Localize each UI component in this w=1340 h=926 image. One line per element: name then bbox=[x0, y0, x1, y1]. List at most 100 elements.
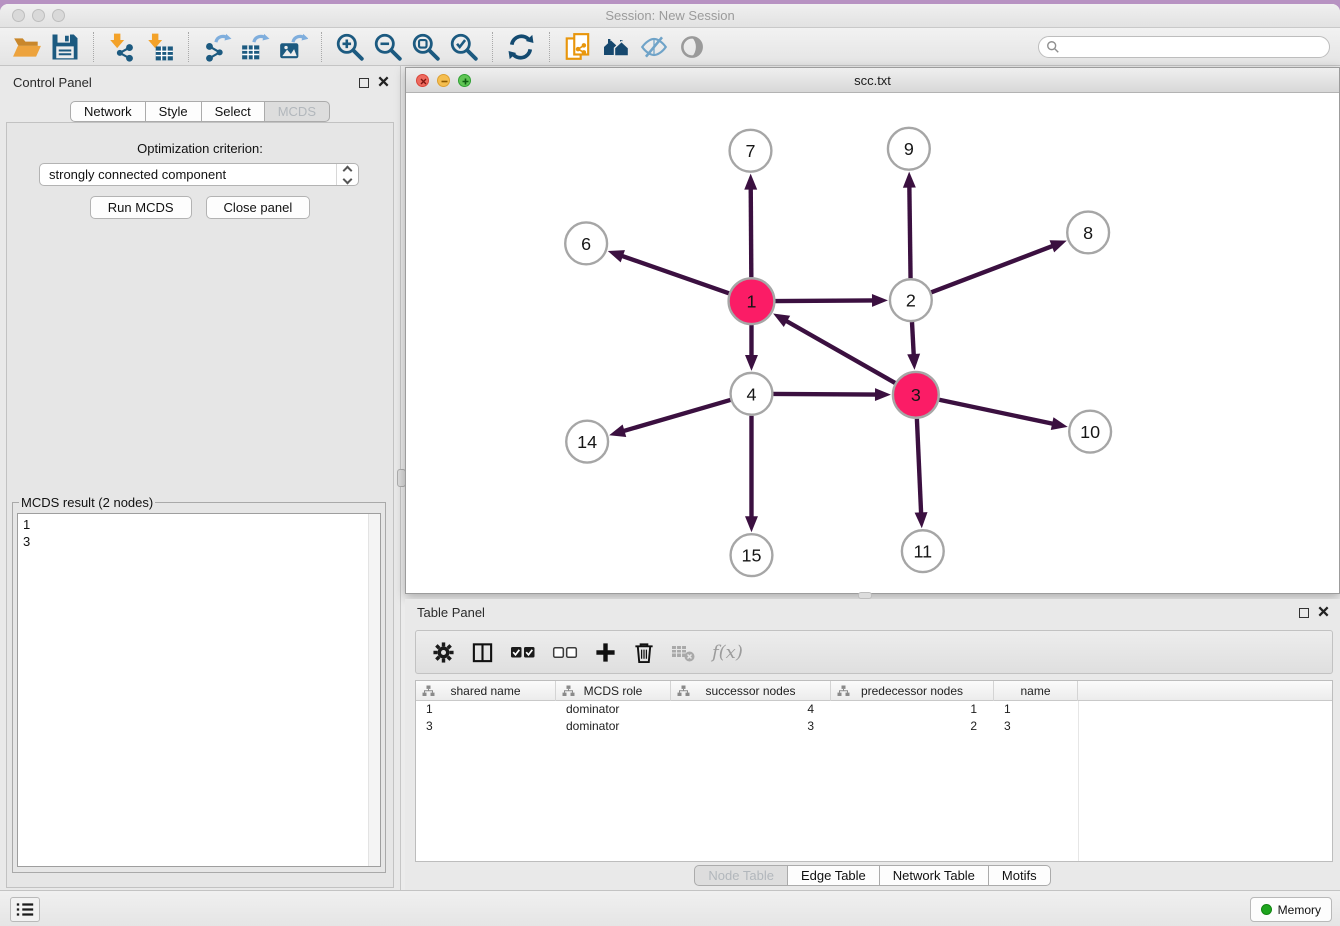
column-header-MCDS-role[interactable]: MCDS role bbox=[556, 681, 671, 701]
first-neighbors-button[interactable] bbox=[597, 30, 635, 64]
zoom-in-button[interactable] bbox=[331, 30, 369, 64]
optimization-criterion-select[interactable]: strongly connected component bbox=[39, 163, 359, 186]
zoom-selected-button[interactable] bbox=[445, 30, 483, 64]
import-table-icon bbox=[145, 32, 175, 62]
zoom-out-button[interactable] bbox=[369, 30, 407, 64]
delete-column-button[interactable] bbox=[633, 641, 655, 664]
graph-edge-2-9[interactable] bbox=[909, 186, 910, 279]
table-cell[interactable]: 2 bbox=[831, 718, 994, 735]
import-table-button[interactable] bbox=[141, 30, 179, 64]
show-all-button[interactable] bbox=[673, 30, 711, 64]
graph-node-8[interactable]: 8 bbox=[1067, 212, 1109, 254]
tab-style[interactable]: Style bbox=[145, 101, 202, 122]
close-panel-button[interactable]: Close panel bbox=[206, 196, 311, 219]
table-cell[interactable]: 1 bbox=[831, 701, 994, 718]
table-settings-button[interactable] bbox=[432, 641, 455, 664]
table-cell[interactable]: 1 bbox=[994, 701, 1078, 718]
graph-edge-3-11[interactable] bbox=[917, 419, 921, 515]
show-columns-button[interactable] bbox=[471, 641, 494, 664]
network-window-titlebar[interactable]: scc.txt bbox=[406, 68, 1339, 93]
table-row[interactable]: 1dominator411 bbox=[416, 701, 1332, 718]
graph-node-9[interactable]: 9 bbox=[888, 128, 930, 170]
import-network-button[interactable] bbox=[103, 30, 141, 64]
graph-node-2[interactable]: 2 bbox=[890, 279, 932, 321]
tab-network[interactable]: Network bbox=[70, 101, 146, 122]
graph-node-10[interactable]: 10 bbox=[1069, 411, 1111, 453]
float-table-panel-icon[interactable] bbox=[1299, 608, 1309, 618]
select-all-columns-button[interactable] bbox=[510, 643, 536, 661]
export-image-button[interactable] bbox=[274, 30, 312, 64]
float-panel-icon[interactable] bbox=[359, 78, 369, 88]
graph-edge-4-3[interactable] bbox=[773, 394, 877, 395]
network-graph[interactable]: 1 2 3 4 6 7 8 9 10 11 14 15 bbox=[406, 94, 1339, 593]
table-cell[interactable]: 3 bbox=[994, 718, 1078, 735]
graph-node-15[interactable]: 15 bbox=[731, 534, 773, 576]
tab-mcds[interactable]: MCDS bbox=[264, 101, 330, 122]
table-cell[interactable]: 4 bbox=[671, 701, 831, 718]
hide-selected-button[interactable] bbox=[635, 30, 673, 64]
result-scrollbar[interactable] bbox=[368, 514, 380, 866]
column-type-icon bbox=[562, 685, 575, 697]
graph-edge-1-6[interactable] bbox=[621, 256, 729, 294]
column-header-label: shared name bbox=[450, 684, 520, 698]
table-cell[interactable]: dominator bbox=[556, 718, 671, 735]
delete-table-icon bbox=[671, 642, 696, 663]
main-toolbar bbox=[0, 28, 1340, 66]
memory-button[interactable]: Memory bbox=[1250, 897, 1332, 922]
network-canvas[interactable]: 1 2 3 4 6 7 8 9 10 11 14 15 bbox=[406, 94, 1339, 593]
export-table-button[interactable] bbox=[236, 30, 274, 64]
mcds-result-title: MCDS result (2 nodes) bbox=[19, 495, 155, 510]
column-header-successor-nodes[interactable]: successor nodes bbox=[671, 681, 831, 701]
duplicate-network-button[interactable] bbox=[559, 30, 597, 64]
horizontal-splitter-grip[interactable] bbox=[858, 592, 872, 599]
table-cell[interactable]: 3 bbox=[416, 718, 556, 735]
graph-edge-2-3[interactable] bbox=[912, 322, 914, 356]
export-network-button[interactable] bbox=[198, 30, 236, 64]
graph-node-1[interactable]: 1 bbox=[729, 278, 775, 324]
close-panel-icon[interactable] bbox=[377, 75, 390, 88]
table-column-boundary bbox=[1078, 701, 1079, 861]
search-input[interactable] bbox=[1060, 38, 1329, 56]
graph-edge-3-1[interactable] bbox=[785, 320, 895, 383]
graph-edge-4-14[interactable] bbox=[623, 400, 731, 431]
graph-node-3[interactable]: 3 bbox=[893, 372, 939, 418]
column-header-predecessor-nodes[interactable]: predecessor nodes bbox=[831, 681, 994, 701]
node-table[interactable]: shared name MCDS rolesuccessor nodesprede… bbox=[415, 680, 1333, 862]
graph-node-14[interactable]: 14 bbox=[566, 421, 608, 463]
tab-node-table[interactable]: Node Table bbox=[694, 865, 788, 886]
graph-edge-arrowhead bbox=[875, 388, 891, 401]
table-cell[interactable]: 1 bbox=[416, 701, 556, 718]
delete-table-button[interactable] bbox=[671, 642, 696, 663]
task-history-button[interactable] bbox=[10, 897, 40, 922]
graph-edge-1-7[interactable] bbox=[751, 188, 752, 278]
table-row[interactable]: 3dominator323 bbox=[416, 718, 1332, 735]
graph-node-7[interactable]: 7 bbox=[730, 130, 772, 172]
column-header-name[interactable]: name bbox=[994, 681, 1078, 701]
tab-edge-table[interactable]: Edge Table bbox=[787, 865, 880, 886]
table-cell[interactable]: 3 bbox=[671, 718, 831, 735]
graph-edge-arrowhead bbox=[907, 354, 920, 370]
save-session-button[interactable] bbox=[46, 30, 84, 64]
graph-node-11[interactable]: 11 bbox=[902, 530, 944, 572]
mcds-result-text[interactable]: 13 bbox=[17, 513, 381, 867]
graph-edge-2-8[interactable] bbox=[931, 246, 1053, 293]
add-column-button[interactable] bbox=[594, 641, 617, 664]
zoom-fit-button[interactable] bbox=[407, 30, 445, 64]
graph-node-6[interactable]: 6 bbox=[565, 222, 607, 264]
tab-select[interactable]: Select bbox=[201, 101, 265, 122]
search-field[interactable] bbox=[1038, 36, 1330, 58]
graph-node-4[interactable]: 4 bbox=[731, 373, 773, 415]
function-builder-button[interactable]: f(x) bbox=[712, 642, 743, 663]
table-cell[interactable]: dominator bbox=[556, 701, 671, 718]
tab-motifs[interactable]: Motifs bbox=[988, 865, 1051, 886]
refresh-layout-button[interactable] bbox=[502, 30, 540, 64]
open-session-button[interactable] bbox=[8, 30, 46, 64]
refresh-layout-icon bbox=[506, 32, 536, 62]
unselect-all-columns-button[interactable] bbox=[552, 643, 578, 661]
close-table-panel-icon[interactable] bbox=[1317, 605, 1330, 618]
tab-network-table[interactable]: Network Table bbox=[879, 865, 989, 886]
graph-edge-1-2[interactable] bbox=[775, 300, 874, 301]
run-mcds-button[interactable]: Run MCDS bbox=[90, 196, 192, 219]
graph-edge-3-10[interactable] bbox=[939, 400, 1054, 424]
column-header-shared-name[interactable]: shared name bbox=[416, 681, 556, 701]
